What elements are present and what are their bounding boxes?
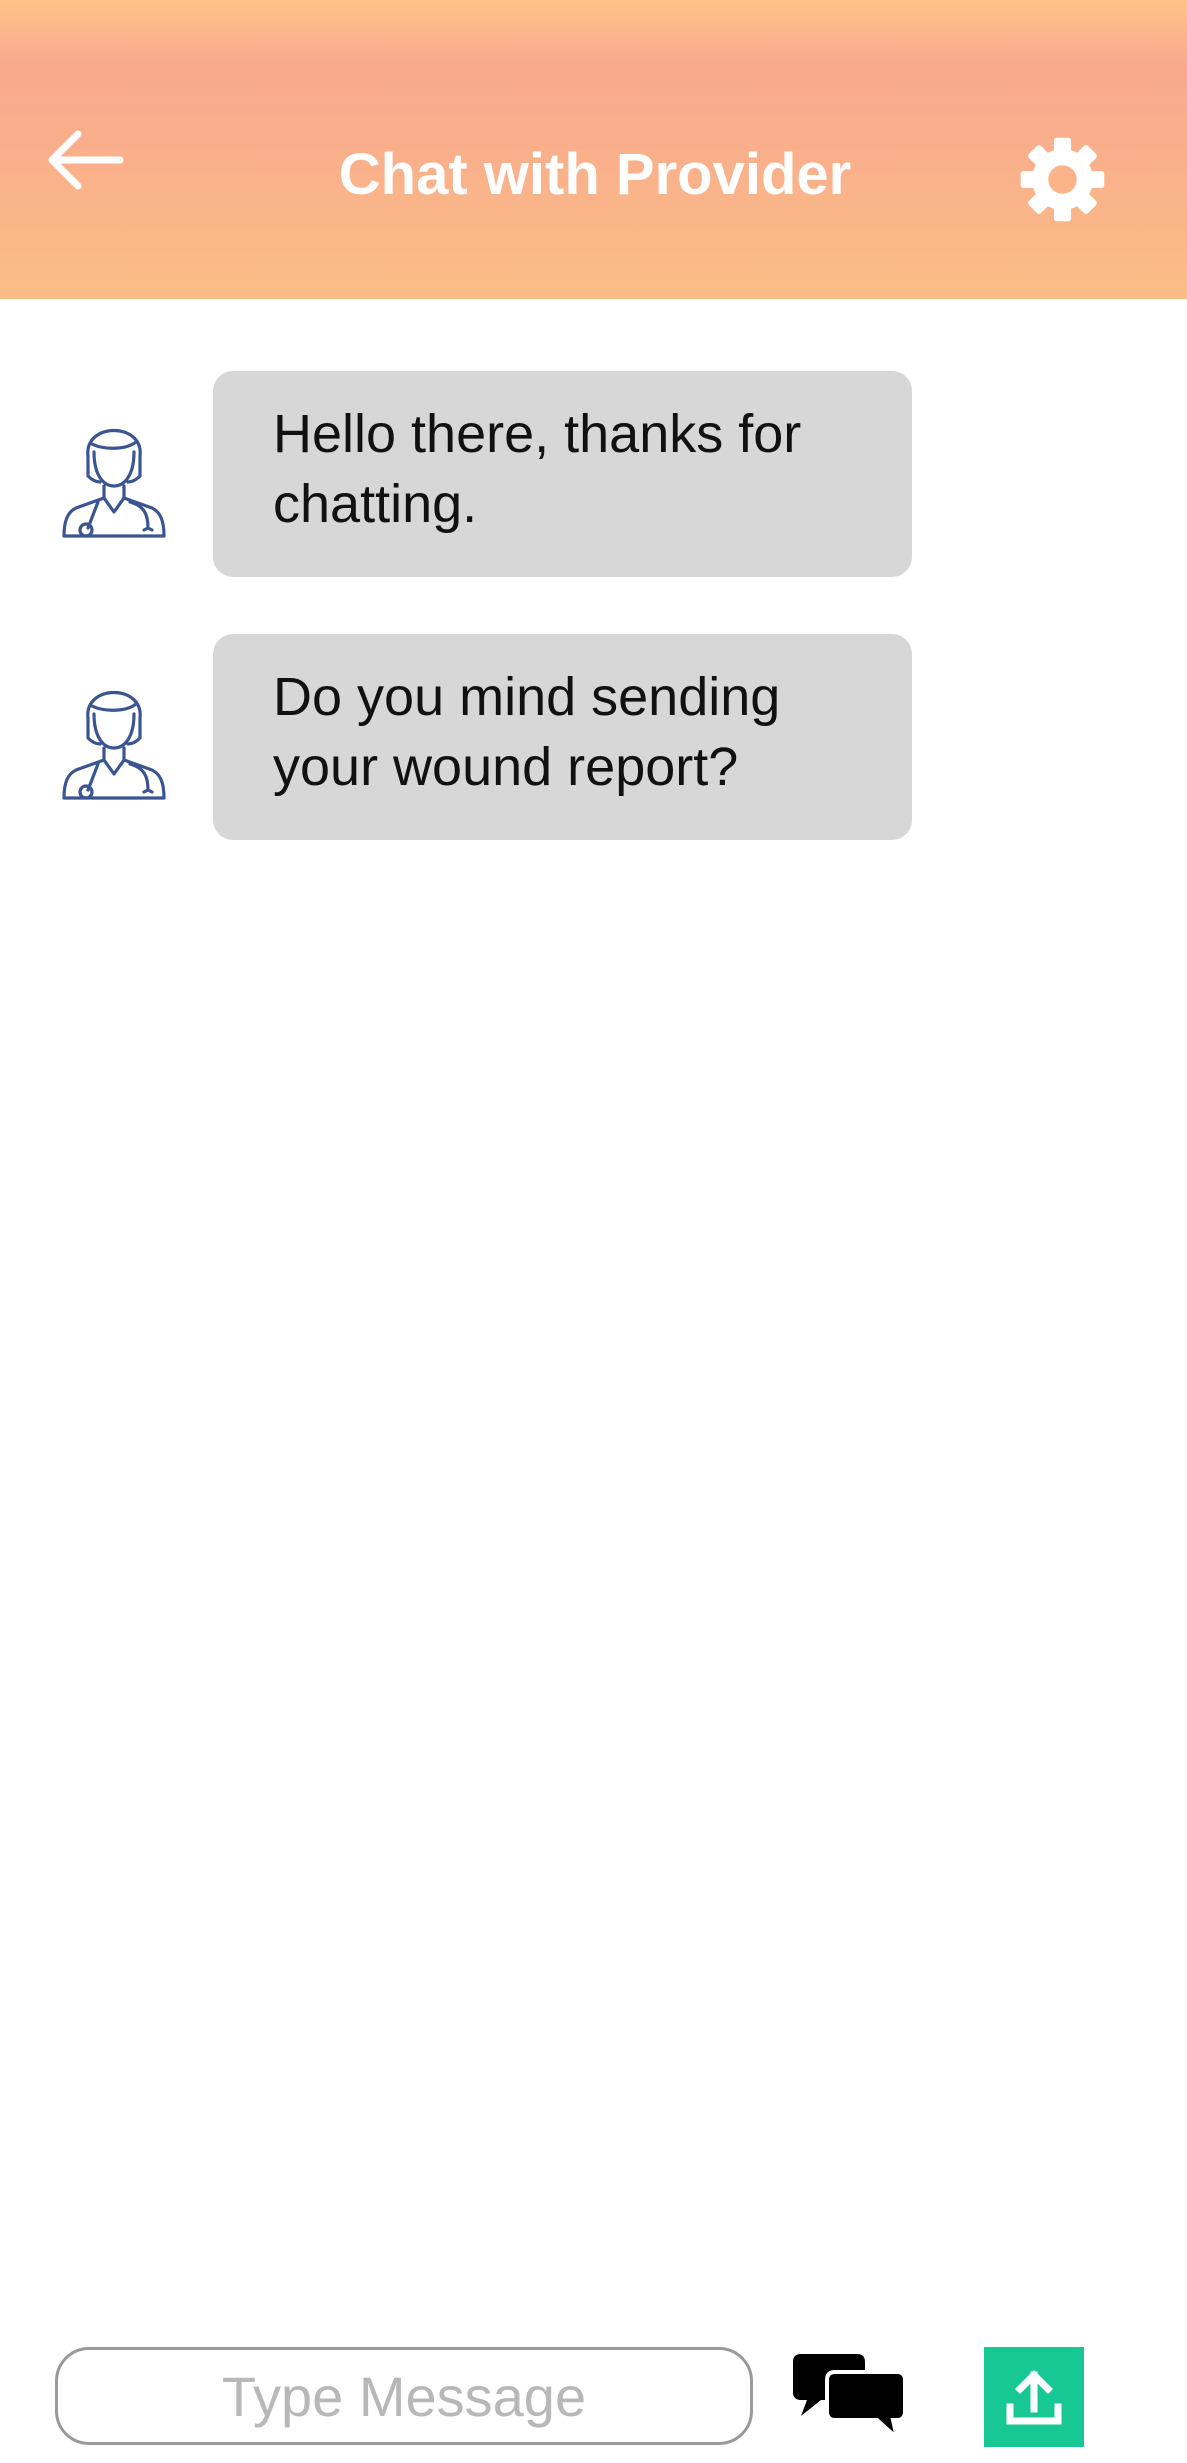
back-button[interactable] xyxy=(40,120,140,200)
message-bubble: Hello there, thanks for chatting. xyxy=(213,371,912,577)
page-title: Chat with Provider xyxy=(338,142,852,207)
chat-bubbles-icon xyxy=(793,2354,907,2444)
provider-avatar xyxy=(48,406,180,538)
message-bubble: Do you mind sending your wound report? xyxy=(213,634,912,840)
settings-button[interactable] xyxy=(1015,132,1110,227)
doctor-avatar-icon xyxy=(62,428,166,538)
doctor-avatar-icon xyxy=(62,690,166,800)
gear-icon xyxy=(1020,137,1105,222)
provider-avatar xyxy=(48,668,180,800)
upload-button[interactable] xyxy=(984,2347,1084,2447)
arrow-left-icon xyxy=(48,130,124,190)
message-row: Do you mind sending your wound report? xyxy=(0,634,1187,840)
chat-button[interactable] xyxy=(793,2350,907,2444)
header-bar: Chat with Provider xyxy=(0,0,1187,299)
message-composer xyxy=(0,2330,1187,2463)
message-input[interactable] xyxy=(55,2347,753,2445)
upload-icon xyxy=(1006,2370,1062,2425)
message-row: Hello there, thanks for chatting. xyxy=(0,371,1187,577)
chat-screen: Chat with Provider Hello there, thanks f… xyxy=(0,0,1187,2463)
